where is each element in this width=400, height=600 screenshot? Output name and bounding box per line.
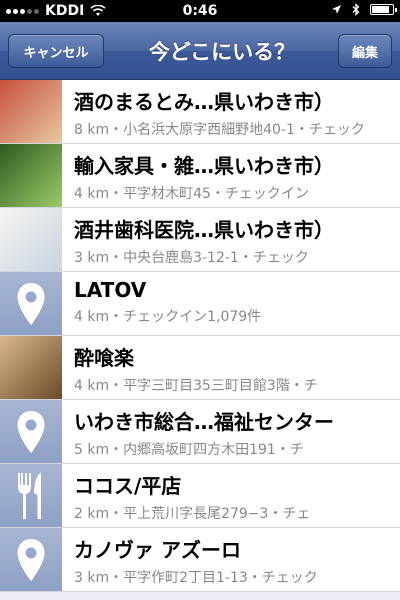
place-row[interactable]: いわき市総合…福祉センター 5 km・内郷高坂町四方木田191・チ <box>0 400 400 464</box>
place-details: 3 km・中央台鹿島3-12-1・チェック <box>74 250 309 266</box>
clinic-photo-icon <box>0 208 62 271</box>
place-details: 3 km・平字作町2丁目1-13・チェック <box>74 570 318 586</box>
place-name: ココス/平店 <box>74 474 182 498</box>
place-row[interactable]: 酒井歯科医院…県いわき市） 3 km・中央台鹿島3-12-1・チェック <box>0 208 400 272</box>
place-text: いわき市総合…福祉センター 5 km・内郷高坂町四方木田191・チ <box>62 400 400 463</box>
place-name: 酔喰楽 <box>74 346 134 370</box>
place-row[interactable]: 輸入家具・雑…県いわき市） 4 km・平字材木町45・チェックイン <box>0 144 400 208</box>
place-name: 酒井歯科医院…県いわき市） <box>74 218 334 242</box>
location-arrow-icon <box>332 5 341 14</box>
fork-knife-icon <box>0 464 62 527</box>
place-name: LATOV <box>74 278 147 302</box>
place-text: 酔喰楽 4 km・平字三町目35三町目館3階・チ <box>62 336 400 399</box>
place-text: LATOV 4 km・チェックイン1,079件 <box>62 272 400 335</box>
place-text: カノヴァ アズーロ 3 km・平字作町2丁目1-13・チェック <box>62 528 400 591</box>
place-row[interactable]: ココス/平店 2 km・平上荒川字長尾279−3・チェ <box>0 464 400 528</box>
location-pin-icon <box>0 400 62 463</box>
place-details: 4 km・平字三町目35三町目館3階・チ <box>74 378 318 394</box>
page-title: 今どこにいる？ <box>148 40 296 64</box>
place-row[interactable]: LATOV 4 km・チェックイン1,079件 <box>0 272 400 336</box>
bluetooth-icon <box>352 3 360 16</box>
location-pin-icon <box>0 528 62 591</box>
place-name: いわき市総合…福祉センター <box>74 410 334 434</box>
place-row[interactable]: カノヴァ アズーロ 3 km・平字作町2丁目1-13・チェック <box>0 528 400 592</box>
place-text: 酒のまるとみ…県いわき市） 8 km・小名浜大原字西細野地40-1・チェック <box>62 80 400 143</box>
place-name: 酒のまるとみ…県いわき市） <box>74 90 334 114</box>
place-name: 輸入家具・雑…県いわき市） <box>74 154 334 178</box>
place-details: 8 km・小名浜大原字西細野地40-1・チェック <box>74 122 365 138</box>
furniture-store-photo-icon <box>0 144 62 207</box>
navigation-bar: キャンセル 今どこにいる？ 編集 <box>0 22 400 80</box>
status-right <box>331 3 397 16</box>
place-details: 4 km・平字材木町45・チェックイン <box>74 186 309 202</box>
place-row[interactable]: 酔喰楽 4 km・平字三町目35三町目館3階・チ <box>0 336 400 400</box>
place-details: 2 km・平上荒川字長尾279−3・チェ <box>74 506 311 522</box>
place-text: 輸入家具・雑…県いわき市） 4 km・平字材木町45・チェックイン <box>62 144 400 207</box>
place-details: 4 km・チェックイン1,079件 <box>74 309 262 325</box>
place-name: カノヴァ アズーロ <box>74 538 241 562</box>
battery-icon <box>370 4 397 15</box>
location-pin-icon <box>0 272 62 335</box>
edit-button[interactable]: 編集 <box>338 34 392 68</box>
caricature-photo-icon <box>0 336 62 399</box>
place-details: 5 km・内郷高坂町四方木田191・チ <box>74 442 304 458</box>
cancel-button[interactable]: キャンセル <box>8 34 104 68</box>
status-bar: KDDI 0:46 <box>0 0 400 22</box>
places-list: 酒のまるとみ…県いわき市） 8 km・小名浜大原字西細野地40-1・チェック輸入家… <box>0 80 400 592</box>
store-photo-icon <box>0 80 62 143</box>
battery-level <box>372 6 390 13</box>
place-text: ココス/平店 2 km・平上荒川字長尾279−3・チェ <box>62 464 400 527</box>
place-text: 酒井歯科医院…県いわき市） 3 km・中央台鹿島3-12-1・チェック <box>62 208 400 271</box>
place-row[interactable]: 酒のまるとみ…県いわき市） 8 km・小名浜大原字西細野地40-1・チェック <box>0 80 400 144</box>
